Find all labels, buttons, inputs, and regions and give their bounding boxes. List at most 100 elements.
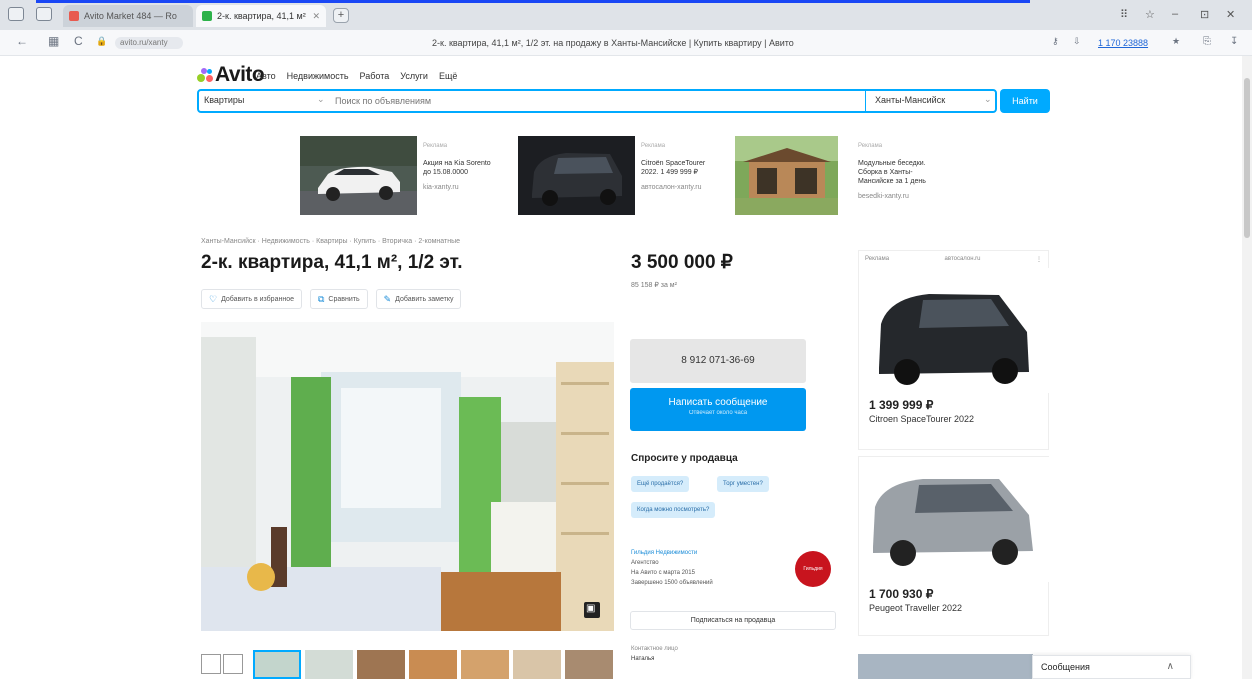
write-message-button[interactable]: Написать сообщение Отвечает около часа xyxy=(630,388,806,431)
ad-banner[interactable]: Реклама Модульные беседки. Сборка в Хант… xyxy=(735,136,938,215)
photo-thumb[interactable] xyxy=(357,650,405,679)
search-input[interactable] xyxy=(335,94,855,108)
key-icon[interactable]: ⚷ xyxy=(1052,36,1059,47)
tab-bar: Avito Market 484 — Ro 2-к. квартира, 41,… xyxy=(0,0,1252,30)
ad-title: Citroen SpaceTourer 2022 xyxy=(869,414,975,424)
ad-building-image[interactable] xyxy=(858,654,1033,679)
avito-favicon-icon xyxy=(202,11,212,21)
grid-icon[interactable]: ▦ xyxy=(48,34,59,48)
tab-actions-icon[interactable] xyxy=(8,7,24,21)
photo-gallery-icon[interactable]: ▣ xyxy=(586,603,595,614)
add-favorite-button[interactable]: ♡ Добавить в избранное xyxy=(201,289,302,309)
download-icon[interactable]: ⇩ xyxy=(1073,36,1081,47)
contact-name: Наталья xyxy=(631,656,655,662)
browser-window: Avito Market 484 — Ro 2-к. квартира, 41,… xyxy=(0,0,1252,679)
price-per-meter: 85 158 ₽ за м² xyxy=(631,282,677,289)
photo-thumb[interactable] xyxy=(565,650,613,679)
search-button[interactable]: Найти xyxy=(1000,89,1050,113)
ad-van-image xyxy=(859,268,1050,393)
city-select[interactable]: Ханты-Мансийск xyxy=(875,95,945,105)
ad-banner[interactable]: Реклама Акция на Kia Sorento до 15.08.00… xyxy=(300,136,503,215)
seller-since: На Авито с марта 2015 xyxy=(631,570,695,576)
ask-seller-title: Спросите у продавца xyxy=(631,453,738,464)
bookmark-icon[interactable]: ☆ xyxy=(1145,8,1155,21)
photo-thumb[interactable] xyxy=(513,650,561,679)
compare-button[interactable]: ⧉ Сравнить xyxy=(309,289,368,309)
search-bar: Квартиры ⌄ Ханты-Мансийск ⌄ xyxy=(197,89,997,113)
add-note-button[interactable]: ✎ Добавить заметку xyxy=(375,289,462,309)
tab-inactive[interactable]: Avito Market 484 — Ro xyxy=(63,5,193,27)
close-window-icon[interactable]: ✕ xyxy=(1226,8,1235,21)
scrollbar-thumb[interactable] xyxy=(1244,78,1250,238)
avito-logo[interactable]: Avito xyxy=(197,63,265,87)
tab-active[interactable]: 2-к. квартира, 41,1 м² ✕ xyxy=(196,5,326,27)
photo-thumb[interactable] xyxy=(253,650,301,679)
ad-title: Peugeot Traveller 2022 xyxy=(869,603,963,613)
nav-item-auto[interactable]: Авто xyxy=(256,71,276,81)
listing-main-photo[interactable]: ▣ xyxy=(201,322,614,631)
floorplan-icon xyxy=(201,654,221,674)
nav-item-services[interactable]: Услуги xyxy=(400,71,428,81)
show-phone-button[interactable]: 8 912 071-36-69 xyxy=(630,339,806,383)
chevron-down-icon[interactable]: ⌄ xyxy=(984,94,992,105)
tab-groups-icon[interactable] xyxy=(36,7,52,21)
ad-banner[interactable]: Реклама Citroën SpaceTourer 2022. 1 499 … xyxy=(518,136,721,215)
collections-icon[interactable]: ⎘ xyxy=(1203,36,1211,47)
page-title[interactable]: 2-к. квартира, 41,1 м², 1/2 эт. на прода… xyxy=(432,38,794,48)
message-button-sub: Отвечает около часа xyxy=(688,410,748,416)
ad-text: Реклама Акция на Kia Sorento до 15.08.00… xyxy=(423,143,491,191)
ad-text: Реклама Модульные беседки. Сборка в Хант… xyxy=(858,143,926,200)
ad-price: 1 700 930 ₽ xyxy=(869,587,934,601)
right-ad-card[interactable]: Реклама автосалон.ru ⋮ 1 399 999 ₽ Citro… xyxy=(858,250,1050,450)
message-button-label: Написать сообщение xyxy=(668,397,768,408)
address-bar: ← ▦ C 🔒 avito.ru/xanty 2-к. квартира, 41… xyxy=(0,30,1252,56)
category-select[interactable]: Квартиры xyxy=(204,95,244,105)
button-label: Добавить заметку xyxy=(395,295,454,303)
save-icon[interactable]: ↧ xyxy=(1230,36,1238,47)
right-ad-card[interactable]: 1 700 930 ₽ Peugeot Traveller 2022 xyxy=(858,456,1050,636)
listing-actions: ♡ Добавить в избранное ⧉ Сравнить ✎ Доба… xyxy=(201,289,462,309)
seller-completed: Завершено 1500 объявлений xyxy=(631,580,713,586)
ad-image-gazebo xyxy=(735,136,852,215)
chevron-up-icon[interactable]: ∧ xyxy=(1167,661,1174,672)
messenger-widget[interactable]: Сообщения ∧ xyxy=(1032,655,1191,679)
photo-thumb[interactable] xyxy=(461,650,509,679)
subscribe-seller-button[interactable]: Подписаться на продавца xyxy=(630,611,836,630)
extensions-icon[interactable]: ⠿ xyxy=(1120,8,1128,21)
rating-link[interactable]: 1 170 23888 xyxy=(1098,38,1148,48)
url-chip[interactable]: avito.ru/xanty xyxy=(115,37,183,49)
maximize-icon[interactable]: ⊡ xyxy=(1200,8,1209,21)
heart-icon: ♡ xyxy=(209,293,218,304)
ad-text: Реклама Citroën SpaceTourer 2022. 1 499 … xyxy=(641,143,706,191)
seller-name-link[interactable]: Гильдия Недвижимости xyxy=(631,548,713,558)
close-tab-icon[interactable]: ✕ xyxy=(308,11,320,22)
nav-item-realty[interactable]: Недвижимость xyxy=(287,71,349,81)
seller-avatar[interactable]: Гильдия xyxy=(795,551,831,587)
lock-icon: 🔒 xyxy=(96,36,108,46)
new-tab-button[interactable]: + xyxy=(333,8,349,23)
nav-item-more[interactable]: Ещё xyxy=(439,71,457,81)
seller-type: Агентство xyxy=(631,560,659,566)
breadcrumb[interactable]: Ханты-Мансийск · Недвижимость · Квартиры… xyxy=(201,238,460,245)
search-divider xyxy=(865,91,866,111)
photo-thumb[interactable] xyxy=(305,650,353,679)
photo-thumb[interactable] xyxy=(409,650,457,679)
logo-dots-icon xyxy=(197,68,213,82)
ad-image-suv xyxy=(300,136,417,215)
floorplan-icon xyxy=(223,654,243,674)
chevron-down-icon[interactable]: ⌄ xyxy=(317,94,325,105)
favicon-icon xyxy=(69,11,79,21)
more-icon[interactable]: ⋮ xyxy=(1036,256,1042,263)
messenger-label: Сообщения xyxy=(1041,662,1090,672)
back-icon[interactable]: ← xyxy=(16,34,28,48)
highlight-line xyxy=(36,0,1030,3)
quick-question-chip[interactable]: Когда можно посмотреть? xyxy=(631,502,716,518)
floor-plan-thumb[interactable] xyxy=(201,650,249,679)
minimize-icon[interactable]: – xyxy=(1172,8,1178,20)
ad-header: Реклама автосалон.ru ⋮ xyxy=(865,256,1042,263)
star-icon[interactable]: ★ xyxy=(1172,36,1180,47)
quick-question-chip[interactable]: Ещё продаётся? xyxy=(631,476,690,492)
quick-question-chip[interactable]: Торг уместен? xyxy=(717,476,769,492)
reload-icon[interactable]: C xyxy=(74,34,83,48)
nav-item-jobs[interactable]: Работа xyxy=(360,71,390,81)
